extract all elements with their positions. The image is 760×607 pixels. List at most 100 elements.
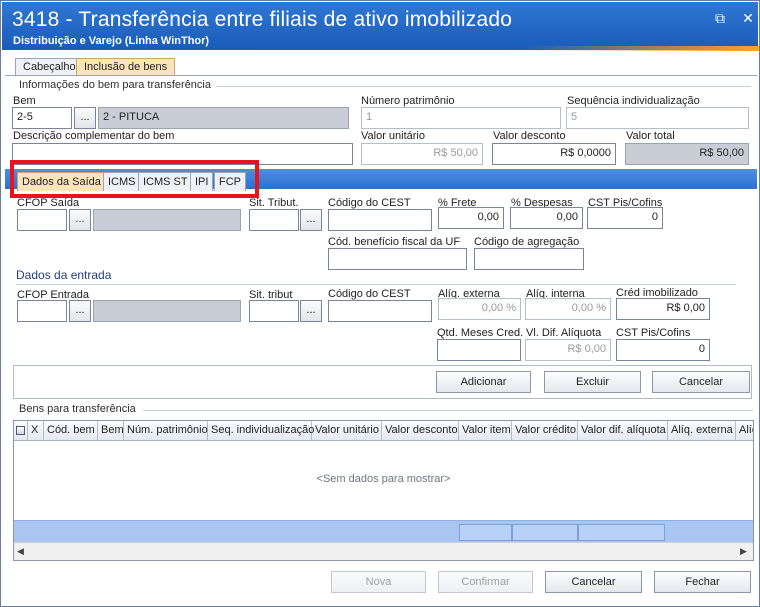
grid-col-seq-individualizacao[interactable]: Seq. individualização xyxy=(208,421,314,440)
scroll-left-icon[interactable]: ◀ xyxy=(17,546,24,557)
grid-col-valor-unitario[interactable]: Valor unitário xyxy=(312,421,382,440)
cancelar-footer-label: Cancelar xyxy=(571,576,616,588)
cfop-saida-input[interactable] xyxy=(17,209,67,231)
grid-col-valor-item[interactable]: Valor item xyxy=(459,421,512,440)
highlight-box xyxy=(10,160,259,198)
valor-desconto-input[interactable]: R$ 0,0000 xyxy=(492,143,616,165)
numero-patrimonio-field: 1 xyxy=(361,107,561,129)
frete-input[interactable]: 0,00 xyxy=(438,207,504,229)
vl-dif-label: Vl. Dif. Alíquota xyxy=(526,327,602,339)
grid-title-divider xyxy=(143,410,753,411)
cest-entrada-input[interactable] xyxy=(328,300,432,322)
sit-tribut-entrada-lookup-button[interactable]: ... xyxy=(300,300,322,322)
title-bar: 3418 - Transferência entre filiais de at… xyxy=(2,2,759,51)
sit-tribut-saida-lookup-button[interactable]: ... xyxy=(300,209,322,231)
cfop-entrada-input[interactable] xyxy=(17,300,67,322)
qtd-meses-label: Qtd. Meses Cred. xyxy=(437,327,524,339)
grid-col-valor-credito[interactable]: Valor crédito xyxy=(512,421,578,440)
valor-desconto-label: Valor desconto xyxy=(493,130,566,142)
grid-col-bem[interactable]: Bem xyxy=(98,421,124,440)
despesas-input[interactable]: 0,00 xyxy=(510,207,583,229)
restore-icon[interactable]: ⧉ xyxy=(712,10,728,26)
confirmar-button-label: Confirmar xyxy=(461,576,510,588)
asset-group-title: Informações do bem para transferência xyxy=(19,79,211,91)
entrada-section-divider xyxy=(16,284,736,285)
cst-saida-input[interactable]: 0 xyxy=(587,207,663,229)
app-window: 3418 - Transferência entre filiais de at… xyxy=(0,0,760,607)
bem-label: Bem xyxy=(13,95,36,107)
grid-menu-icon[interactable] xyxy=(16,426,25,435)
tab-inclusao-de-bens[interactable]: Inclusão de bens xyxy=(76,58,176,76)
grid-col-x[interactable]: X xyxy=(28,421,44,440)
summary-cell-valor-item xyxy=(459,524,512,541)
window-title: 3418 - Transferência entre filiais de at… xyxy=(12,8,513,31)
actions-panel xyxy=(13,365,752,399)
valor-unitario-label: Valor unitário xyxy=(361,130,425,142)
beneficio-input[interactable] xyxy=(328,248,467,270)
qtd-meses-input[interactable] xyxy=(437,339,521,361)
group-divider xyxy=(216,86,751,87)
close-icon[interactable]: ✕ xyxy=(740,10,756,26)
sit-tribut-saida-label: Sit. Tribut. xyxy=(249,197,299,209)
agregacao-input[interactable] xyxy=(474,248,584,270)
cred-imobilizado-input[interactable]: R$ 0,00 xyxy=(616,298,710,320)
valor-total-label: Valor total xyxy=(626,130,675,142)
fechar-button[interactable]: Fechar xyxy=(654,571,751,593)
grid-col-valor-desconto[interactable]: Valor desconto xyxy=(382,421,459,440)
summary-cell-valor-credito xyxy=(512,524,578,541)
bem-lookup-button[interactable]: ... xyxy=(74,107,96,129)
grid-horizontal-scrollbar[interactable]: ◀ ▶ xyxy=(14,542,753,560)
entrada-section-title: Dados da entrada xyxy=(16,268,112,282)
nova-button-label: Nova xyxy=(365,576,392,588)
grid-col-valor-dif-aliquota[interactable]: Valor dif. alíquota xyxy=(578,421,668,440)
bens-grid[interactable]: X Cód. bem Bem Núm. patrimônio Seq. indi… xyxy=(13,420,754,561)
vl-dif-field: R$ 0,00 xyxy=(525,339,611,361)
beneficio-label: Cód. benefício fiscal da UF xyxy=(328,236,461,248)
cest-saida-label: Código do CEST xyxy=(328,197,411,209)
numero-patrimonio-label: Número patrimônio xyxy=(361,95,455,107)
window-subtitle: Distribuição e Varejo (Linha WinThor) xyxy=(13,35,210,47)
cfop-saida-desc-field xyxy=(93,209,241,231)
cst-entrada-label: CST Pis/Cofins xyxy=(616,327,691,339)
grid-empty-text: <Sem dados para mostrar> xyxy=(316,473,451,485)
excluir-button[interactable]: Excluir xyxy=(544,371,641,393)
grid-col-aliq[interactable]: Alíq xyxy=(736,421,753,440)
nova-button[interactable]: Nova xyxy=(331,571,426,593)
grid-title: Bens para transferência xyxy=(19,403,136,415)
adicionar-button[interactable]: Adicionar xyxy=(436,371,531,393)
cfop-entrada-lookup-button[interactable]: ... xyxy=(69,300,91,322)
grid-col-cod-bem[interactable]: Cód. bem xyxy=(44,421,98,440)
cancelar-action-button[interactable]: Cancelar xyxy=(652,371,750,393)
cfop-saida-lookup-button[interactable]: ... xyxy=(69,209,91,231)
cfop-saida-label: CFOP Saída xyxy=(17,197,80,209)
grid-header: X Cód. bem Bem Núm. patrimônio Seq. indi… xyxy=(14,421,753,441)
title-accent xyxy=(522,46,759,51)
sequencia-label: Sequência individualização xyxy=(567,95,700,107)
aliq-externa-field: 0,00 % xyxy=(438,298,521,320)
tab-cabecalho[interactable]: Cabeçalho xyxy=(15,58,84,76)
sequencia-field: 5 xyxy=(566,107,749,129)
sit-tribut-saida-input[interactable] xyxy=(249,209,299,231)
excluir-button-label: Excluir xyxy=(575,376,609,388)
tab-divider xyxy=(5,75,757,76)
bem-name-field: 2 - PITUCA xyxy=(98,107,349,129)
cest-entrada-label: Código do CEST xyxy=(328,288,411,300)
grid-menu-cell[interactable] xyxy=(14,421,28,440)
aliq-interna-field: 0,00 % xyxy=(525,298,611,320)
summary-cell-valor-dif xyxy=(578,524,665,541)
cancelar-action-label: Cancelar xyxy=(678,376,724,388)
scroll-right-icon[interactable]: ▶ xyxy=(740,546,747,557)
bem-code-input[interactable]: 2-5 xyxy=(12,107,72,129)
grid-col-num-patrimonio[interactable]: Núm. patrimônio xyxy=(124,421,208,440)
cst-entrada-input[interactable]: 0 xyxy=(616,339,710,361)
fechar-button-label: Fechar xyxy=(685,576,720,588)
cest-saida-input[interactable] xyxy=(328,209,432,231)
sit-tribut-entrada-input[interactable] xyxy=(249,300,299,322)
cancelar-footer-button[interactable]: Cancelar xyxy=(545,571,642,593)
cfop-entrada-desc-field xyxy=(93,300,241,322)
grid-col-aliq-externa[interactable]: Alíq. externa xyxy=(668,421,736,440)
valor-total-field: R$ 50,00 xyxy=(625,143,749,165)
grid-summary-row xyxy=(14,520,753,542)
adicionar-button-label: Adicionar xyxy=(460,376,507,388)
confirmar-button[interactable]: Confirmar xyxy=(438,571,533,593)
